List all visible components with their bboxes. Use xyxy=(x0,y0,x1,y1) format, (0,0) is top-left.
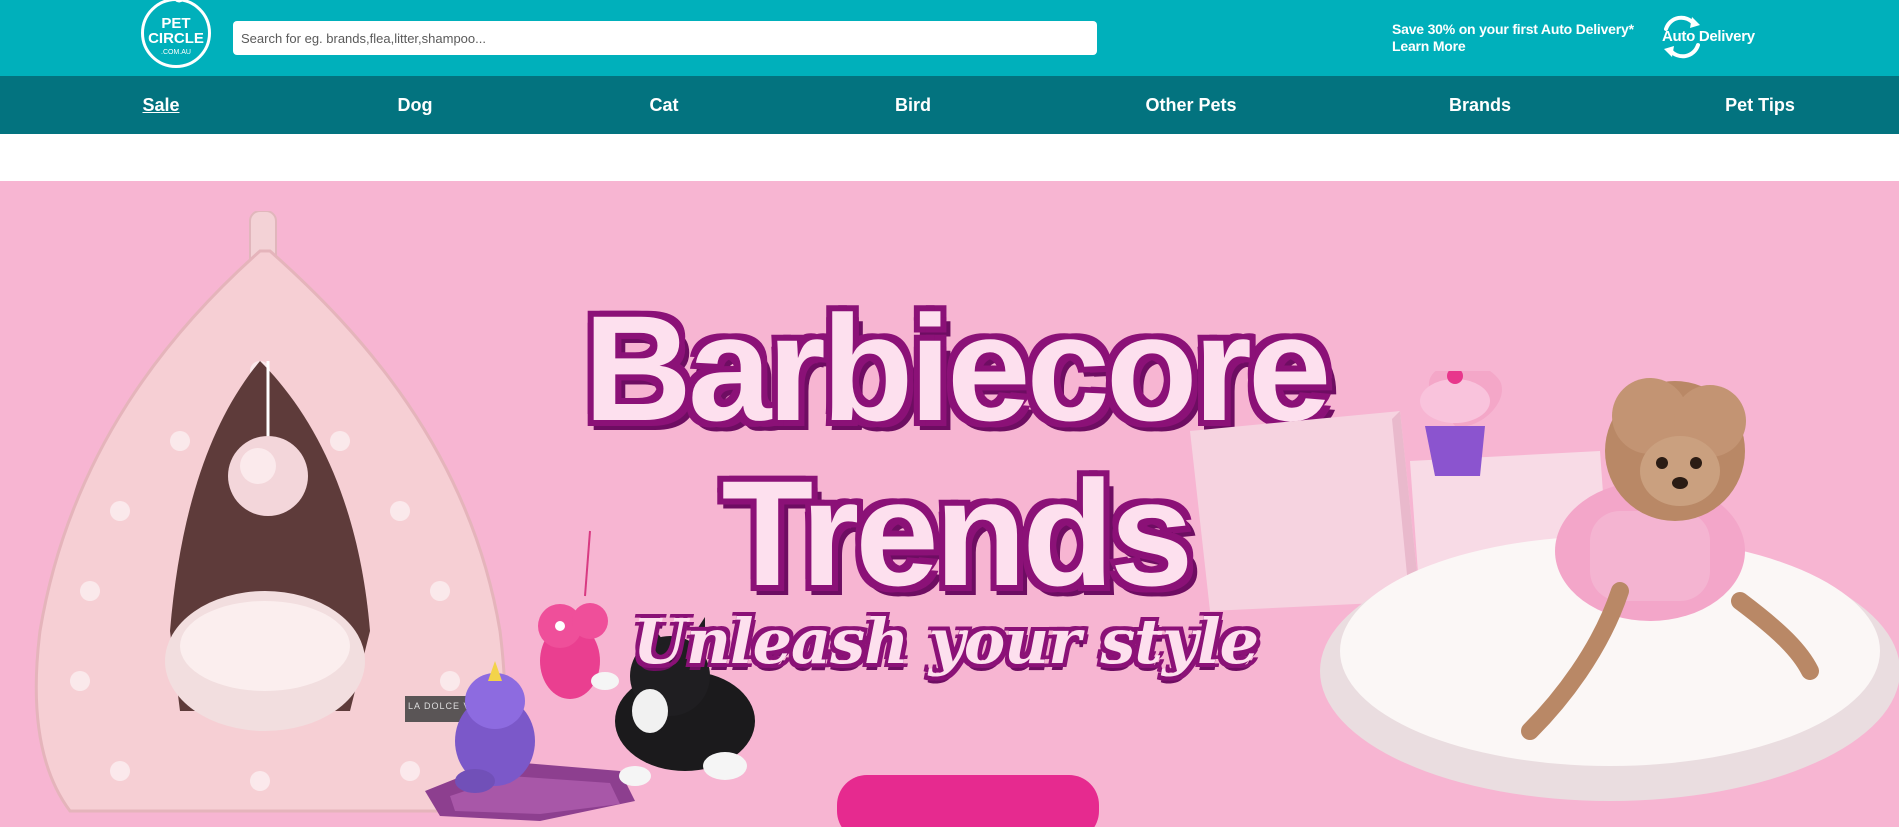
logo-tick-icon xyxy=(172,0,184,5)
nav-item-cat[interactable]: Cat xyxy=(649,76,678,134)
promo-text: Save 30% on your first Auto Delivery* xyxy=(1392,21,1634,37)
shop-now-button[interactable] xyxy=(837,775,1099,827)
dog-bed-image xyxy=(1190,371,1899,801)
pet-circle-logo[interactable]: PET CIRCLE .COM.AU xyxy=(141,0,211,68)
nav-item-bird[interactable]: Bird xyxy=(895,76,931,134)
learn-more-link[interactable]: Learn More xyxy=(1392,38,1634,55)
auto-delivery-logo[interactable]: Auto Delivery xyxy=(1660,15,1762,59)
nav-item-sale[interactable]: Sale xyxy=(142,76,179,134)
auto-delivery-text: Auto Delivery xyxy=(1662,28,1755,45)
category-nav: Sale Dog Cat Bird Other Pets Brands Pet … xyxy=(0,76,1899,134)
logo-line-2: CIRCLE xyxy=(148,30,204,47)
nav-item-brands[interactable]: Brands xyxy=(1449,76,1511,134)
logo-line-1: PET xyxy=(161,15,191,32)
site-header: PET CIRCLE .COM.AU Save 30% on your firs… xyxy=(0,0,1899,76)
auto-delivery-promo[interactable]: Save 30% on your first Auto Delivery* Le… xyxy=(1392,21,1634,55)
nav-item-pet-tips[interactable]: Pet Tips xyxy=(1725,76,1795,134)
nav-item-dog[interactable]: Dog xyxy=(398,76,433,134)
search-input[interactable] xyxy=(233,21,1097,55)
nav-item-other-pets[interactable]: Other Pets xyxy=(1145,76,1236,134)
logo-line-3: .COM.AU xyxy=(161,49,191,56)
hero-banner[interactable]: LA DOLCE VITA Barbiecore Trends Unleash … xyxy=(0,181,1899,827)
spacer-strip xyxy=(0,134,1899,181)
